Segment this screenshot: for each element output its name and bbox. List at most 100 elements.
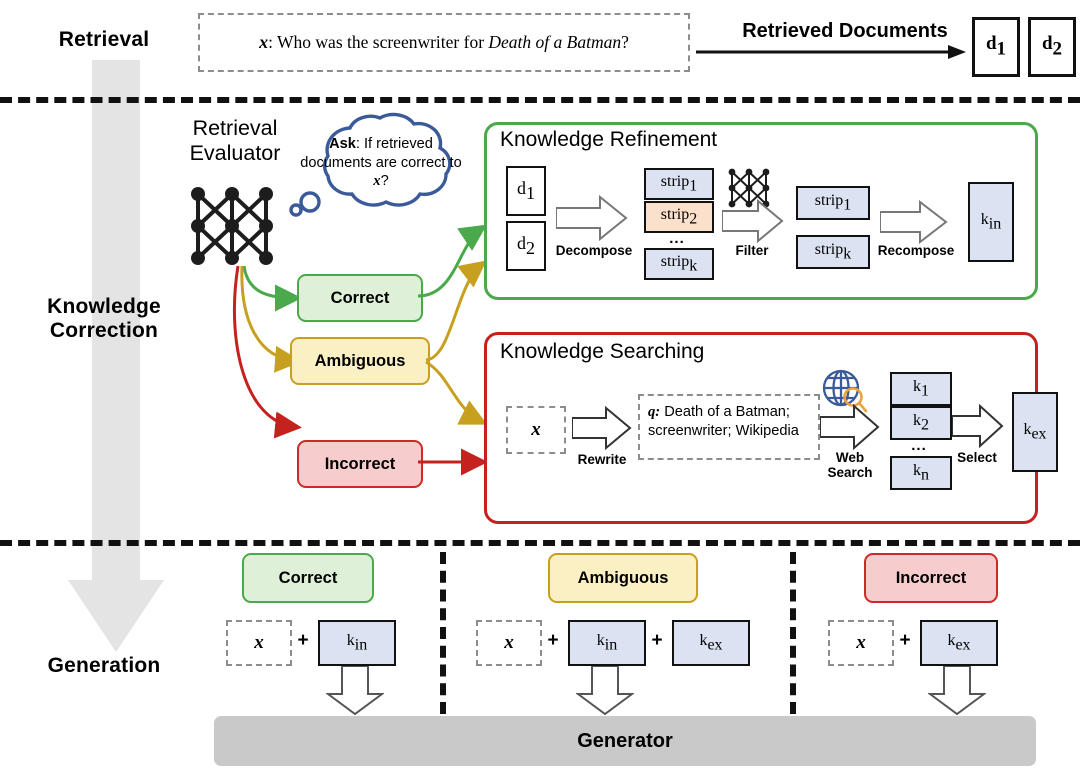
search-results-ellipsis: ... [890, 437, 948, 454]
question-head: Who was the screenwriter for [277, 32, 489, 52]
step-label-filter: Filter [720, 243, 784, 258]
searching-input-variable-box: x [506, 406, 566, 454]
generation-pill-ambiguous-text: Ambiguous [577, 568, 669, 587]
g1-k-sub: in [354, 636, 368, 654]
g3-k-sub: ex [955, 636, 971, 654]
bubble-ask-label: Ask [329, 135, 356, 152]
search-results-ellipsis-text: ... [911, 437, 927, 454]
generation-divider-2 [790, 552, 796, 714]
generation-pill-correct-text: Correct [278, 568, 338, 587]
generation-divider-1 [440, 552, 446, 714]
generation-pill-ambiguous[interactable]: Ambiguous [548, 553, 698, 603]
label-pill-incorrect[interactable]: Incorrect [297, 440, 423, 488]
web-search-block-arrow [820, 404, 880, 450]
label-pill-correct[interactable]: Correct [297, 274, 423, 322]
fstripk-sub: k [843, 245, 852, 263]
fstripk-base: strip [814, 240, 844, 258]
bubble-variable: x [373, 173, 381, 190]
filtered-strip-1-label: strip1 [815, 192, 851, 214]
pill-correct-text: Correct [330, 288, 390, 307]
step-label-decompose-text: Decompose [555, 243, 633, 258]
filter-block-arrow [722, 199, 784, 243]
step-label-recompose: Recompose [872, 243, 960, 258]
step-label-web-line2: Search [827, 465, 873, 481]
flow-arrow-down [68, 60, 164, 652]
kin-base: k [980, 210, 989, 228]
search-result-2: k2 [890, 406, 952, 440]
doc2-sub: 2 [1052, 38, 1063, 60]
fstrip1-base: strip [814, 191, 844, 209]
k1-base: k [913, 377, 921, 395]
generation-variable-incorrect: x [828, 620, 894, 666]
stage-label-generation-text: Generation [47, 654, 161, 678]
knowledge-refinement-title-text: Knowledge Refinement [500, 128, 718, 151]
strip-1-label: strip1 [661, 173, 697, 195]
external-knowledge-label: kex [1023, 421, 1046, 443]
generation-plus-correct-text: + [297, 630, 309, 651]
g2-k1-sub: in [604, 636, 618, 654]
strip-2-label: strip2 [661, 206, 697, 228]
doc1-sub: 1 [996, 38, 1007, 60]
question-variable: x [259, 32, 269, 52]
generation-kin-ambiguous-label: kin [597, 632, 617, 654]
step-label-web-search: Web Search [812, 450, 888, 480]
label-pill-ambiguous[interactable]: Ambiguous [290, 337, 430, 385]
generation-variable-correct: x [226, 620, 292, 666]
generation-kex-incorrect: kex [920, 620, 998, 666]
strip-box-k: stripk [644, 248, 714, 280]
generation-kex-ambiguous-label: kex [699, 632, 722, 654]
generation-down-arrow-1 [326, 666, 384, 716]
generation-kex-ambiguous: kex [672, 620, 750, 666]
generation-variable-ambiguous: x [476, 620, 542, 666]
strip-box-2: strip2 [644, 201, 714, 233]
generation-pill-incorrect[interactable]: Incorrect [864, 553, 998, 603]
input-question-box: x: Who was the screenwriter for Death of… [198, 13, 690, 72]
rewritten-query-box: q: Death of a Batman; screenwriter; Wiki… [638, 394, 820, 460]
doc1-base: d [985, 33, 997, 55]
kin-sub: in [988, 215, 1002, 233]
bubble-question-mark: ? [380, 173, 389, 190]
search-result-n: kn [890, 456, 952, 490]
retrieved-documents-arrow [696, 45, 966, 59]
step-label-web-line1: Web [835, 450, 865, 465]
g2-k2-sub: ex [707, 636, 723, 654]
rdoc1-base: d [517, 177, 526, 198]
search-result-2-label: k2 [913, 412, 929, 434]
step-label-decompose: Decompose [548, 243, 640, 258]
rdoc2-sub: 2 [526, 238, 535, 259]
generation-variable-correct-text: x [254, 632, 264, 653]
pill-ambiguous-text: Ambiguous [314, 351, 406, 370]
internal-knowledge-output: kin [968, 182, 1014, 262]
search-result-1-label: k1 [913, 378, 929, 400]
rewritten-query-text: q: Death of a Batman; screenwriter; Wiki… [640, 396, 818, 441]
kn-base: k [913, 461, 921, 479]
strip1-base: strip [660, 172, 690, 190]
generation-variable-ambiguous-text: x [504, 632, 514, 653]
retrieved-documents-label-text: Retrieved Documents [742, 20, 948, 42]
internal-knowledge-label: kin [981, 211, 1001, 233]
question-title: Death of a Batman [488, 32, 622, 52]
generation-plus-correct: + [292, 620, 314, 662]
generator-bar[interactable]: Generator [214, 716, 1036, 766]
bubble-question-text: : If retrieved documents are correct to [300, 135, 462, 171]
rewritten-query-line1: Death of a Batman; [664, 404, 790, 420]
generation-pill-correct[interactable]: Correct [242, 553, 374, 603]
rdoc1-sub: 1 [526, 183, 535, 204]
step-label-recompose-text: Recompose [877, 243, 955, 258]
diagram-canvas: Retrieval Knowledge Correction Generatio… [0, 0, 1080, 779]
searching-input-variable: x [531, 419, 541, 440]
search-result-n-label: kn [913, 462, 929, 484]
retrieved-doc-2: d2 [1028, 17, 1076, 77]
knowledge-searching-title: Knowledge Searching [500, 340, 704, 364]
kex-sub: ex [1031, 425, 1047, 443]
step-label-select: Select [946, 450, 1008, 465]
generation-kex-incorrect-label: kex [947, 632, 970, 654]
select-block-arrow [952, 404, 1004, 448]
strips-ellipsis-text: ... [669, 230, 685, 247]
section-divider-bottom [0, 540, 1080, 546]
stage-label-generation: Generation [6, 650, 202, 682]
strip-k-label: stripk [661, 253, 697, 275]
generation-down-arrow-3 [928, 666, 986, 716]
refinement-doc-2: d2 [506, 221, 546, 271]
generation-plus-ambiguous-2: + [646, 620, 668, 662]
